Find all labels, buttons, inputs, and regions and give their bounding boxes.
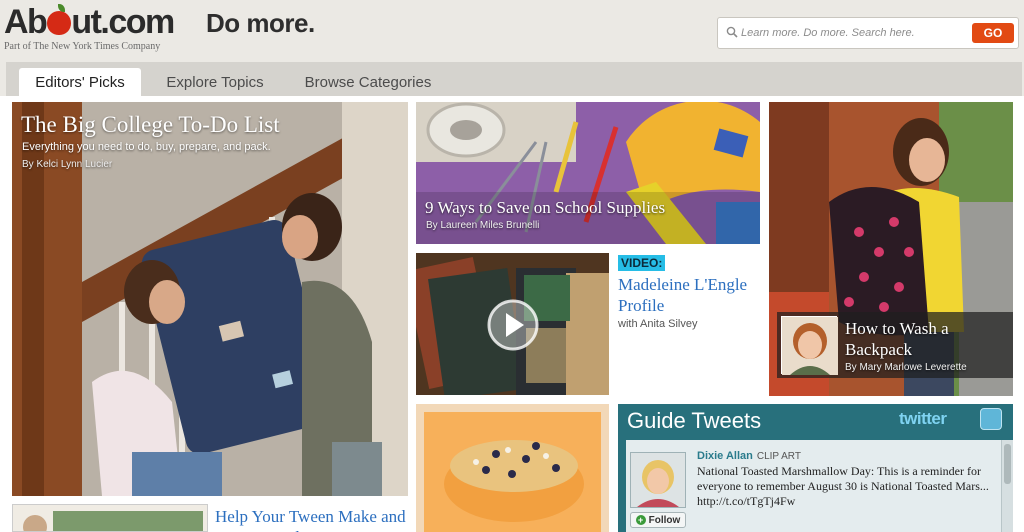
tweet-category: CLIP ART xyxy=(756,451,801,462)
tab-explore-topics[interactable]: Explore Topics xyxy=(150,68,280,96)
twitter-bird-icon[interactable] xyxy=(980,408,1002,430)
tweet-scrollbar[interactable] xyxy=(1001,440,1013,532)
video-badge: VIDEO: xyxy=(618,255,666,271)
backpack-caption: How to Wash a Backpack By Mary Marlowe L… xyxy=(777,312,1013,378)
apple-icon xyxy=(47,4,72,35)
scrollbar-thumb[interactable] xyxy=(1004,444,1011,484)
search-box: GO xyxy=(717,17,1019,49)
backpack-title[interactable]: How to Wash a Backpack xyxy=(845,318,995,360)
card-cereal[interactable] xyxy=(416,404,609,532)
cereal-photo xyxy=(416,404,609,532)
search-go-button[interactable]: GO xyxy=(972,23,1014,43)
video-info: VIDEO: Madeleine L'Engle Profile with An… xyxy=(618,254,764,330)
follow-button[interactable]: + Follow xyxy=(630,512,686,528)
search-icon xyxy=(726,26,738,38)
logo-text-rest: ut.com xyxy=(71,3,175,41)
tweets-heading: Guide Tweets xyxy=(627,408,762,433)
feature-subtitle: Everything you need to do, buy, prepare,… xyxy=(22,141,271,153)
tagline: Do more. xyxy=(206,8,315,38)
tweet-avatar[interactable] xyxy=(630,452,686,508)
video-title-link[interactable]: Madeleine L'Engle Profile xyxy=(618,274,764,316)
supplies-byline: By Laureen Miles Brunelli xyxy=(426,220,540,231)
site-header: Ab ut.com Part of The New York Times Comp… xyxy=(0,0,1024,62)
twitter-logo[interactable]: twitter xyxy=(899,409,947,429)
author-avatar xyxy=(781,316,838,375)
guide-tweets-widget: Guide Tweets twitter + Follow Dixie Alla… xyxy=(618,404,1013,532)
video-byline: with Anita Silvey xyxy=(618,318,698,330)
tween-thumbnail[interactable] xyxy=(12,504,208,532)
feature-title[interactable]: The Big College To-Do List xyxy=(21,112,280,138)
tweet-item: + Follow Dixie Allan CLIP ART National To… xyxy=(626,440,1013,532)
tab-browse-categories[interactable]: Browse Categories xyxy=(290,68,446,96)
card-school-supplies[interactable]: 9 Ways to Save on School Supplies By Lau… xyxy=(416,102,760,244)
feature-college-todo[interactable]: The Big College To-Do List Everything yo… xyxy=(12,102,408,496)
follow-label: Follow xyxy=(648,514,681,526)
tween-title-link[interactable]: Help Your Tween Make and Keep Friends xyxy=(215,506,410,532)
tweet-username[interactable]: Dixie Allan xyxy=(697,450,753,462)
search-input[interactable] xyxy=(741,23,963,43)
play-icon[interactable] xyxy=(416,253,609,395)
tab-editors-picks[interactable]: Editors' Picks xyxy=(19,68,141,96)
card-wash-backpack[interactable]: How to Wash a Backpack By Mary Marlowe L… xyxy=(769,102,1013,396)
tab-bar: Editors' Picks Explore Topics Browse Cat… xyxy=(0,62,1024,96)
about-logo[interactable]: Ab ut.com Part of The New York Times Comp… xyxy=(4,3,175,52)
tweet-text: National Toasted Marshmallow Day: This i… xyxy=(697,464,989,508)
tweet-user-line: Dixie Allan CLIP ART xyxy=(697,450,801,462)
supplies-title[interactable]: 9 Ways to Save on School Supplies xyxy=(425,198,665,218)
video-thumbnail[interactable] xyxy=(416,253,609,395)
plus-icon: + xyxy=(635,515,646,525)
feature-byline: By Kelci Lynn Lucier xyxy=(22,159,113,170)
backpack-byline: By Mary Marlowe Leverette xyxy=(845,362,967,373)
logo-subtitle: Part of The New York Times Company xyxy=(4,41,161,52)
logo-text-about: Ab xyxy=(4,3,48,41)
